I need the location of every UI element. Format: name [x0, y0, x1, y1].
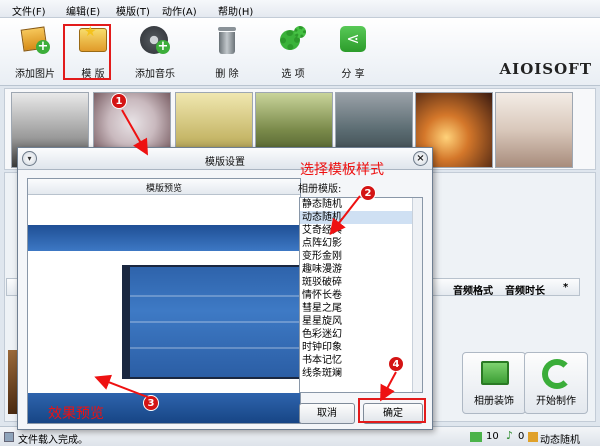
add-image-label: 添加图片 — [15, 69, 55, 80]
image-count: 10 — [486, 431, 499, 442]
album-template-label: 相册模版: — [298, 184, 342, 195]
add-music-icon: + — [138, 24, 172, 58]
options-label: 选 项 — [281, 69, 305, 80]
menu-help[interactable]: 帮助(H) — [218, 3, 253, 18]
template-list-item[interactable]: 点阵幻影 — [300, 237, 422, 250]
trash-icon — [210, 24, 244, 58]
template-list-item[interactable]: 趣味漫游 — [300, 263, 422, 276]
start-make-button[interactable]: 开始制作 — [524, 352, 588, 414]
annotation-preview-effect: 效果预览 — [48, 406, 104, 422]
template-list-item[interactable]: 线条斑斓 — [300, 367, 422, 380]
step-2-badge: 2 — [360, 185, 376, 201]
col-star[interactable]: * — [563, 282, 568, 293]
template-list-item[interactable]: 静态随机 — [300, 198, 422, 211]
template-list-item[interactable]: 艾奇经典 — [300, 224, 422, 237]
add-image-button[interactable]: + 添加图片 — [4, 24, 66, 82]
share-button[interactable]: ⋖ 分 享 — [322, 24, 384, 82]
preview-top-band — [28, 225, 300, 251]
template-list-item[interactable]: 彗星之尾 — [300, 302, 422, 315]
brand-logo: AIOISOFT — [499, 60, 592, 78]
music-note-icon: ♪ — [506, 429, 514, 442]
template-list[interactable]: 静态随机 动态随机 艾奇经典 点阵幻影 变形金刚 趣味漫游 斑驳破碎 情怀长卷 彗星之尾 星星旋风… — [299, 197, 423, 393]
status-mode: 动态随机 — [540, 435, 580, 446]
add-music-button[interactable]: + 添加音乐 — [124, 24, 186, 82]
close-icon[interactable]: × — [413, 151, 428, 166]
photo-thumbnail[interactable] — [495, 92, 573, 168]
template-list-item[interactable]: 星星旋风 — [300, 315, 422, 328]
highlight-template-button — [63, 24, 111, 80]
template-list-item[interactable]: 变形金刚 — [300, 250, 422, 263]
add-music-label: 添加音乐 — [135, 69, 175, 80]
gear-icon — [276, 24, 310, 58]
template-list-item[interactable]: 情怀长卷 — [300, 289, 422, 302]
share-label: 分 享 — [341, 69, 365, 80]
album-decor-label: 相册装饰 — [474, 396, 514, 407]
album-decor-icon — [481, 361, 509, 385]
step-1-badge: 1 — [111, 93, 127, 109]
mode-icon — [528, 432, 538, 442]
delete-label: 删 除 — [215, 69, 239, 80]
template-list-item[interactable]: 斑驳破碎 — [300, 276, 422, 289]
col-audio-format[interactable]: 音频格式 — [453, 282, 493, 297]
col-audio-duration[interactable]: 音频时长 — [505, 282, 545, 297]
refresh-icon — [542, 359, 572, 389]
cancel-button[interactable]: 取消 — [299, 403, 355, 424]
template-list-scrollbar[interactable] — [412, 198, 422, 392]
annotation-select-style: 选择模板样式 — [300, 162, 384, 178]
step-4-badge: 4 — [388, 356, 404, 372]
options-button[interactable]: 选 项 — [262, 24, 324, 82]
music-count: 0 — [518, 431, 525, 442]
menu-template[interactable]: 模版(T) — [116, 3, 150, 18]
menu-action[interactable]: 动作(A) — [162, 3, 197, 18]
menu-bar: 文件(F) 编辑(E) 模版(T) 动作(A) 帮助(H) — [0, 0, 600, 18]
delete-button[interactable]: 删 除 — [196, 24, 258, 82]
menu-edit[interactable]: 编辑(E) — [66, 3, 100, 18]
menu-file[interactable]: 文件(F) — [12, 3, 46, 18]
share-icon: ⋖ — [336, 24, 370, 58]
step-3-badge: 3 — [143, 395, 159, 411]
preview-card — [122, 265, 300, 379]
template-list-item[interactable]: 动态随机 — [300, 211, 422, 224]
add-image-icon: + — [18, 24, 52, 58]
document-icon — [4, 432, 14, 442]
template-list-item[interactable]: 色彩迷幻 — [300, 328, 422, 341]
preview-header: 模版预览 — [28, 179, 300, 195]
album-decor-button[interactable]: 相册装饰 — [462, 352, 526, 414]
start-make-label: 开始制作 — [536, 396, 576, 407]
highlight-ok-button — [358, 398, 426, 423]
image-count-icon — [470, 432, 482, 442]
template-preview: 模版预览 — [27, 178, 301, 424]
status-text: 文件载入完成。 — [18, 435, 88, 446]
template-list-item[interactable]: 时钟印象 — [300, 341, 422, 354]
